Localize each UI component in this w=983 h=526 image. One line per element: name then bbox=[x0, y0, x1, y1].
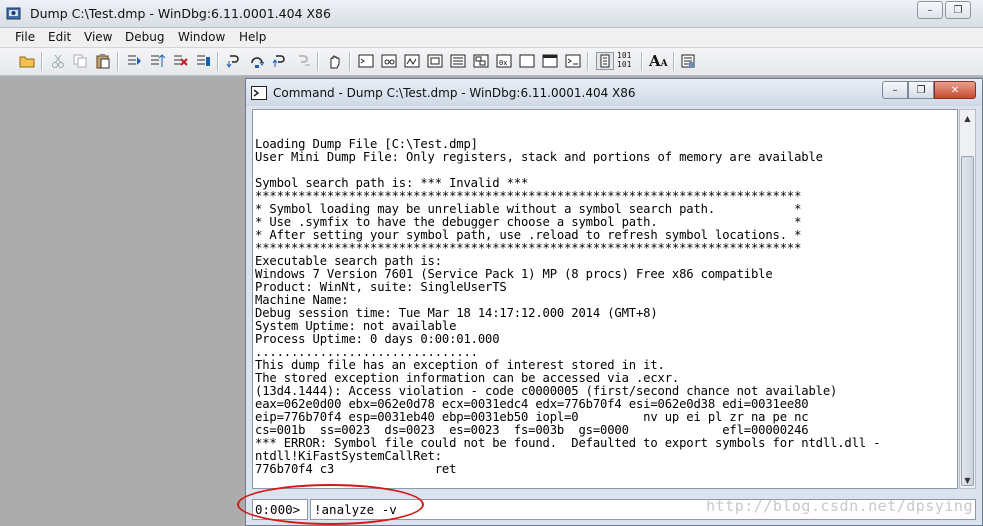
processes-icon[interactable] bbox=[542, 53, 558, 69]
toolbar-separator bbox=[217, 52, 219, 71]
output-line: ntdll!KiFastSystemCallRet: bbox=[255, 449, 442, 463]
output-line: System Uptime: not available bbox=[255, 319, 457, 333]
toolbar: 0x 101 101 AA bbox=[0, 48, 983, 76]
command-window-controls: – ❐ ✕ bbox=[882, 81, 976, 100]
hex-mode-icon[interactable]: 101 101 bbox=[617, 51, 637, 71]
registers-icon[interactable] bbox=[427, 53, 443, 69]
open-icon[interactable] bbox=[19, 53, 35, 69]
output-line: 776b70f4 c3 ret bbox=[255, 462, 457, 476]
output-line: ****************************************… bbox=[255, 241, 802, 255]
scroll-up-arrow-icon[interactable]: ▲ bbox=[960, 110, 975, 126]
command-window-icon[interactable] bbox=[358, 53, 374, 69]
toolbar-separator bbox=[117, 52, 119, 71]
step-into-icon[interactable] bbox=[226, 53, 242, 69]
output-line: Loading Dump File [C:\Test.dmp] bbox=[255, 137, 478, 151]
detach-icon[interactable] bbox=[195, 53, 211, 69]
command-window-title: Command - Dump C:\Test.dmp - WinDbg:6.11… bbox=[273, 86, 636, 100]
paste-icon[interactable] bbox=[95, 53, 111, 69]
windbg-app-icon[interactable] bbox=[6, 6, 21, 21]
main-window-title: Dump C:\Test.dmp - WinDbg:6.11.0001.404 … bbox=[30, 6, 331, 21]
output-line: Executable search path is: bbox=[255, 254, 442, 268]
menu-help[interactable]: Help bbox=[239, 30, 266, 44]
scroll-down-arrow-icon[interactable]: ▼ bbox=[960, 472, 975, 488]
memory-icon[interactable] bbox=[450, 53, 466, 69]
output-line: eax=062e0d00 ebx=062e0d78 ecx=0031edc4 e… bbox=[255, 397, 809, 411]
output-line: Product: WinNt, suite: SingleUserTS bbox=[255, 280, 507, 294]
output-line: * Use .symfix to have the debugger choos… bbox=[255, 215, 802, 229]
menu-file[interactable]: File bbox=[15, 30, 35, 44]
main-restore-button[interactable]: ❐ bbox=[945, 1, 971, 19]
output-line: * Symbol loading may be unreliable witho… bbox=[255, 202, 802, 216]
go-icon[interactable] bbox=[126, 53, 142, 69]
step-out-icon[interactable] bbox=[272, 53, 288, 69]
stop-debugging-icon[interactable] bbox=[172, 53, 188, 69]
toolbar-separator bbox=[641, 52, 643, 71]
main-minimize-button[interactable]: – bbox=[917, 1, 943, 19]
options-icon[interactable] bbox=[680, 53, 696, 69]
output-line: Machine Name: bbox=[255, 293, 349, 307]
svg-text:0x: 0x bbox=[499, 59, 507, 67]
cmd-minimize-button[interactable]: – bbox=[882, 81, 908, 99]
command-window-titlebar[interactable]: Command - Dump C:\Test.dmp - WinDbg:6.11… bbox=[246, 79, 982, 106]
disassembly-icon[interactable]: 0x bbox=[496, 53, 512, 69]
source-mode-toggle-icon[interactable] bbox=[596, 52, 614, 70]
toolbar-separator bbox=[673, 52, 675, 71]
output-line: ............................... bbox=[255, 345, 478, 359]
output-line: cs=001b ss=0023 ds=0023 es=0023 fs=003b … bbox=[255, 423, 809, 437]
output-line: eip=776b70f4 esp=0031eb40 ebp=0031eb50 i… bbox=[255, 410, 809, 424]
menu-bar: File Edit View Debug Window Help bbox=[0, 28, 983, 48]
output-line: * After setting your symbol path, use .r… bbox=[255, 228, 802, 242]
output-line: *** ERROR: Symbol file could not be foun… bbox=[255, 436, 881, 450]
scratch-pad-icon[interactable] bbox=[519, 53, 535, 69]
mdi-empty-area bbox=[0, 77, 245, 526]
output-line: The stored exception information can be … bbox=[255, 371, 680, 385]
command-prompt-label: 0:000> bbox=[252, 499, 308, 520]
watch-icon[interactable] bbox=[381, 53, 397, 69]
cut-icon[interactable] bbox=[50, 53, 66, 69]
menu-debug[interactable]: Debug bbox=[125, 30, 164, 44]
cmd-restore-button[interactable]: ❐ bbox=[908, 81, 934, 99]
main-titlebar: Dump C:\Test.dmp - WinDbg:6.11.0001.404 … bbox=[0, 0, 983, 28]
menu-window[interactable]: Window bbox=[178, 30, 225, 44]
toolbar-separator bbox=[41, 52, 43, 71]
locals-icon[interactable] bbox=[404, 53, 420, 69]
output-line: Symbol search path is: *** Invalid *** bbox=[255, 176, 529, 190]
call-stack-icon[interactable] bbox=[473, 53, 489, 69]
command-window: Command - Dump C:\Test.dmp - WinDbg:6.11… bbox=[245, 78, 983, 526]
command-output-pane[interactable]: Loading Dump File [C:\Test.dmp] User Min… bbox=[252, 109, 958, 489]
menu-edit[interactable]: Edit bbox=[48, 30, 71, 44]
output-line: Process Uptime: 0 days 0:00:01.000 bbox=[255, 332, 500, 346]
font-icon[interactable]: AA bbox=[649, 53, 669, 69]
output-line: (13d4.1444): Access violation - code c00… bbox=[255, 384, 838, 398]
toolbar-separator bbox=[587, 52, 589, 71]
output-vertical-scrollbar[interactable]: ▲ ▼ bbox=[959, 109, 976, 489]
command-window-icon bbox=[251, 86, 267, 100]
output-line: Debug session time: Tue Mar 18 14:17:12.… bbox=[255, 306, 658, 320]
cmd-close-button[interactable]: ✕ bbox=[934, 81, 976, 99]
step-over-icon[interactable] bbox=[249, 53, 265, 69]
scroll-thumb[interactable] bbox=[961, 156, 974, 486]
output-line: Windows 7 Version 7601 (Service Pack 1) … bbox=[255, 267, 773, 281]
output-line: ****************************************… bbox=[255, 189, 802, 203]
output-line: User Mini Dump File: Only registers, sta… bbox=[255, 150, 823, 164]
menu-view[interactable]: View bbox=[84, 30, 112, 44]
command-output-text: Loading Dump File [C:\Test.dmp] User Min… bbox=[255, 138, 880, 476]
run-to-cursor-icon[interactable] bbox=[295, 53, 311, 69]
breakpoint-hand-icon[interactable] bbox=[326, 53, 342, 69]
watermark: http://blog.csdn.net/dpsying bbox=[706, 497, 973, 515]
toolbar-separator bbox=[349, 52, 351, 71]
copy-icon[interactable] bbox=[72, 53, 88, 69]
restart-icon[interactable] bbox=[149, 53, 165, 69]
output-line: This dump file has an exception of inter… bbox=[255, 358, 665, 372]
source-mode-icon[interactable] bbox=[565, 53, 581, 69]
toolbar-separator bbox=[317, 52, 319, 71]
